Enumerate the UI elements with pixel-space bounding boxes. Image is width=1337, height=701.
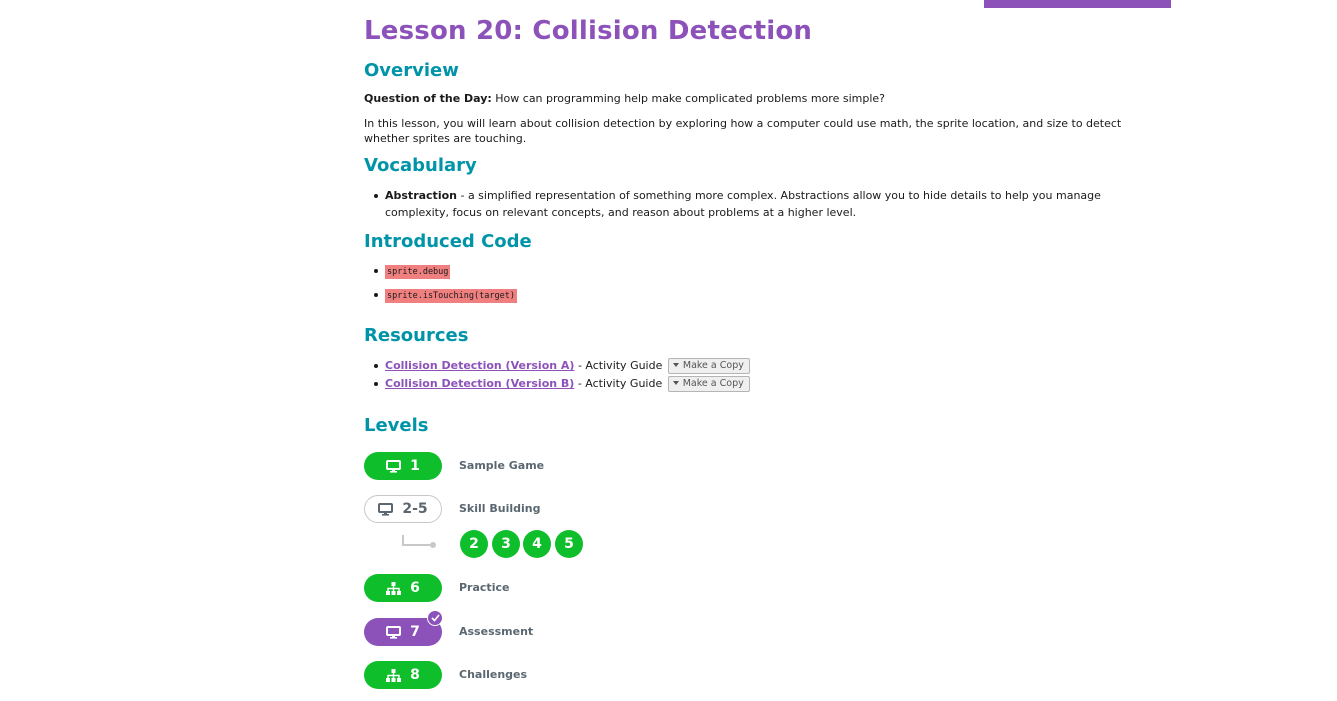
level-number: 8 <box>410 667 420 683</box>
code-chip-sprite-istouching[interactable]: sprite.isTouching(target) <box>385 289 517 303</box>
level-8-button[interactable]: 8 <box>364 661 442 689</box>
caret-down-icon <box>672 381 679 385</box>
sub-level-bubble[interactable]: 5 <box>555 530 583 558</box>
make-a-copy-label: Make a Copy <box>682 378 744 389</box>
lesson-title: Lesson 20: Collision Detection <box>364 16 813 46</box>
sitemap-icon <box>386 581 402 595</box>
make-a-copy-button[interactable]: Make a Copy <box>667 358 750 374</box>
level-number: 2-5 <box>402 501 428 517</box>
resource-item: Collision Detection (Version A) - Activi… <box>364 357 1164 375</box>
level-2-5-button[interactable]: 2-5 <box>364 495 442 523</box>
qotd-text: How can programming help make complicate… <box>491 92 885 105</box>
introduced-code-heading: Introduced Code <box>364 231 532 252</box>
make-a-copy-button[interactable]: Make a Copy <box>667 376 750 392</box>
code-chip-sprite-debug[interactable]: sprite.debug <box>385 265 451 279</box>
desktop-icon <box>386 625 402 639</box>
question-of-the-day: Question of the Day: How can programming… <box>364 91 1164 106</box>
sub-level-bubble[interactable]: 2 <box>460 530 488 558</box>
level-1-button[interactable]: 1 <box>364 452 442 480</box>
level-number: 1 <box>410 458 420 474</box>
make-a-copy-label: Make a Copy <box>682 360 744 371</box>
vocabulary-list: Abstraction - a simplified representatio… <box>364 187 1164 221</box>
resource-link-version-a[interactable]: Collision Detection (Version A) <box>385 359 574 372</box>
resources-list: Collision Detection (Version A) - Activi… <box>364 357 1164 393</box>
vocabulary-item: Abstraction - a simplified representatio… <box>364 187 1164 221</box>
vocabulary-definition: - a simplified representation of somethi… <box>385 189 1101 219</box>
level-6-button[interactable]: 6 <box>364 574 442 602</box>
resource-link-version-b[interactable]: Collision Detection (Version B) <box>385 377 574 390</box>
introduced-code-list: sprite.debug sprite.isTouching(target) <box>364 262 1164 305</box>
qotd-label: Question of the Day: <box>364 92 492 105</box>
level-name[interactable]: Assessment <box>459 625 533 638</box>
check-icon <box>427 610 443 626</box>
sitemap-icon <box>386 668 402 682</box>
resources-heading: Resources <box>364 325 469 346</box>
resource-item: Collision Detection (Version B) - Activi… <box>364 375 1164 393</box>
desktop-icon <box>378 502 394 516</box>
level-number: 6 <box>410 580 420 596</box>
sub-level-bubble[interactable]: 4 <box>523 530 551 558</box>
overview-heading: Overview <box>364 60 459 81</box>
resource-suffix: - Activity Guide <box>574 377 666 390</box>
resource-suffix: - Activity Guide <box>574 359 666 372</box>
caret-down-icon <box>672 363 679 367</box>
level-number: 7 <box>410 624 420 640</box>
code-item: sprite.isTouching(target) <box>364 286 1164 305</box>
level-name[interactable]: Practice <box>459 581 509 594</box>
level-name[interactable]: Skill Building <box>459 502 541 515</box>
header-accent-bar <box>984 0 1171 8</box>
level-name[interactable]: Challenges <box>459 668 527 681</box>
levels-heading: Levels <box>364 415 429 436</box>
overview-description: In this lesson, you will learn about col… <box>364 117 1122 145</box>
code-item: sprite.debug <box>364 262 1164 286</box>
vocabulary-heading: Vocabulary <box>364 155 477 176</box>
sub-level-bubble[interactable]: 3 <box>492 530 520 558</box>
vocabulary-term: Abstraction <box>385 189 457 202</box>
sublevel-connector <box>402 535 436 548</box>
desktop-icon <box>386 459 402 473</box>
level-name[interactable]: Sample Game <box>459 459 544 472</box>
